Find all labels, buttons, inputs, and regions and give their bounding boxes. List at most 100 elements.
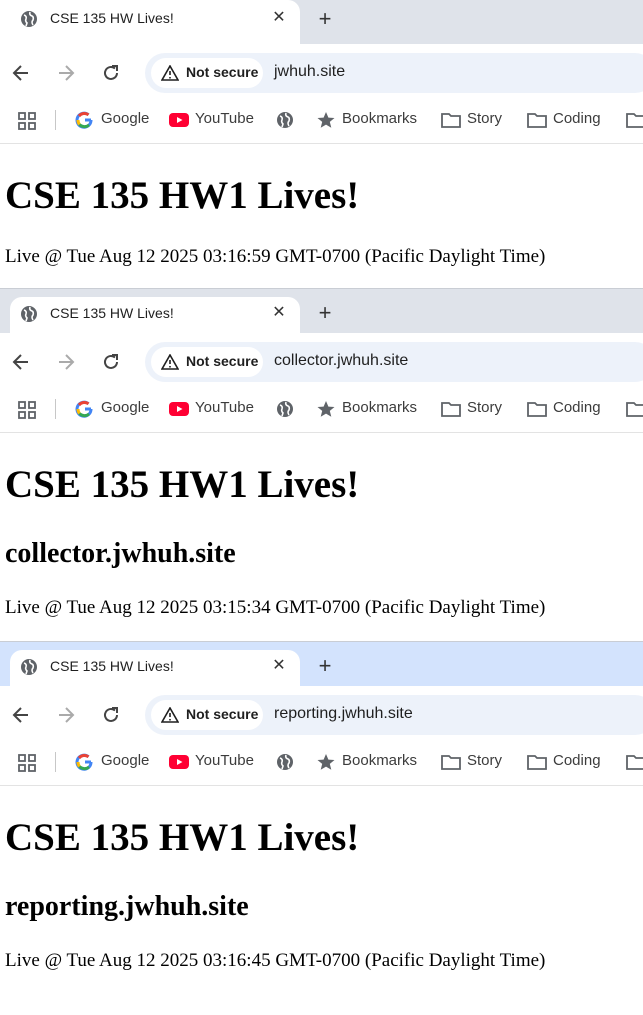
security-chip[interactable]: Not secure xyxy=(151,347,263,377)
apps-grid-icon[interactable] xyxy=(17,753,37,773)
new-tab-button[interactable]: + xyxy=(314,7,336,31)
bookmarks-bar: Google YouTube Bookmarks Story Coding xyxy=(0,744,643,786)
tab-title: CSE 135 HW Lives! xyxy=(50,658,174,674)
toolbar: Not secure collector.jwhuh.site xyxy=(0,333,643,391)
new-tab-button[interactable]: + xyxy=(314,654,336,678)
warning-icon xyxy=(161,65,179,81)
bookmark-label: Story xyxy=(467,752,503,769)
security-chip[interactable]: Not secure xyxy=(151,700,263,730)
back-arrow-icon[interactable] xyxy=(10,351,32,373)
live-timestamp: Live @ Tue Aug 12 2025 03:15:34 GMT-0700… xyxy=(5,597,546,618)
bookmarks-separator xyxy=(55,399,56,419)
bookmark-label: Google xyxy=(101,399,150,416)
globe-icon xyxy=(21,306,37,322)
folder-icon xyxy=(626,755,643,770)
security-label: Not secure xyxy=(186,64,259,80)
folder-icon xyxy=(441,402,461,417)
url-text[interactable]: jwhuh.site xyxy=(274,63,345,81)
folder-icon xyxy=(626,113,643,128)
close-icon[interactable]: ✕ xyxy=(270,303,288,323)
globe-icon xyxy=(277,754,293,770)
bookmarks-separator xyxy=(55,752,56,772)
new-tab-button[interactable]: + xyxy=(314,301,336,325)
globe-icon xyxy=(277,401,293,417)
address-bar[interactable]: Not secure reporting.jwhuh.site xyxy=(145,695,643,735)
page-subtitle: collector.jwhuh.site xyxy=(5,538,236,569)
warning-icon xyxy=(161,707,179,723)
folder-icon xyxy=(441,755,461,770)
star-icon xyxy=(317,401,335,417)
youtube-icon xyxy=(169,402,189,416)
bookmark-label: Bookmarks xyxy=(342,752,418,769)
star-icon xyxy=(317,754,335,770)
apps-grid-icon[interactable] xyxy=(17,111,37,131)
security-chip[interactable]: Not secure xyxy=(151,58,263,88)
tab-active[interactable]: CSE 135 HW Lives! ✕ xyxy=(10,650,300,686)
bookmark-label: Coding xyxy=(553,752,601,769)
page-title: CSE 135 HW1 Lives! xyxy=(5,463,360,506)
bookmark-label: YouTube xyxy=(195,399,254,416)
address-bar[interactable]: Not secure collector.jwhuh.site xyxy=(145,342,643,382)
close-icon[interactable]: ✕ xyxy=(270,656,288,676)
toolbar: Not secure reporting.jwhuh.site xyxy=(0,686,643,744)
star-icon xyxy=(317,112,335,128)
back-arrow-icon[interactable] xyxy=(10,62,32,84)
google-icon xyxy=(75,111,93,129)
reload-icon[interactable] xyxy=(100,62,122,84)
page-subtitle: reporting.jwhuh.site xyxy=(5,891,249,922)
page-title: CSE 135 HW1 Lives! xyxy=(5,816,360,859)
tab-strip: CSE 135 HW Lives! ✕ + xyxy=(0,289,643,333)
folder-icon xyxy=(527,113,547,128)
tab-title: CSE 135 HW Lives! xyxy=(50,10,174,26)
google-icon xyxy=(75,753,93,771)
globe-icon xyxy=(21,11,37,27)
browser-window-1: CSE 135 HW Lives! ✕ + Not secure jwhuh.s… xyxy=(0,0,643,288)
globe-icon xyxy=(277,112,293,128)
folder-icon xyxy=(527,402,547,417)
url-text[interactable]: collector.jwhuh.site xyxy=(274,352,408,370)
bookmarks-bar: Google YouTube Bookmarks Story Coding xyxy=(0,102,643,144)
bookmarks-separator xyxy=(55,110,56,130)
tab-active[interactable]: CSE 135 HW Lives! ✕ xyxy=(10,297,300,333)
folder-icon xyxy=(441,113,461,128)
bookmark-label: YouTube xyxy=(195,752,254,769)
back-arrow-icon[interactable] xyxy=(10,704,32,726)
forward-arrow-icon[interactable] xyxy=(55,351,77,373)
warning-icon xyxy=(161,354,179,370)
youtube-icon xyxy=(169,113,189,127)
security-label: Not secure xyxy=(186,706,259,722)
folder-icon xyxy=(626,402,643,417)
bookmark-label: Bookmarks xyxy=(342,399,418,416)
google-icon xyxy=(75,400,93,418)
tab-strip: CSE 135 HW Lives! ✕ + xyxy=(0,642,643,686)
folder-icon xyxy=(527,755,547,770)
close-icon[interactable]: ✕ xyxy=(270,8,288,28)
browser-window-2: CSE 135 HW Lives! ✕ + Not secure collect… xyxy=(0,288,643,641)
url-text[interactable]: reporting.jwhuh.site xyxy=(274,705,413,723)
tab-title: CSE 135 HW Lives! xyxy=(50,305,174,321)
reload-icon[interactable] xyxy=(100,351,122,373)
forward-arrow-icon[interactable] xyxy=(55,704,77,726)
tab-strip: CSE 135 HW Lives! ✕ + xyxy=(0,0,643,44)
bookmark-label: Bookmarks xyxy=(342,110,418,127)
security-label: Not secure xyxy=(186,353,259,369)
apps-grid-icon[interactable] xyxy=(17,400,37,420)
bookmark-label: YouTube xyxy=(195,110,254,127)
tab-active[interactable]: CSE 135 HW Lives! ✕ xyxy=(0,0,300,44)
reload-icon[interactable] xyxy=(100,704,122,726)
bookmark-label: Story xyxy=(467,110,503,127)
browser-window-3: CSE 135 HW Lives! ✕ + Not secure reporti… xyxy=(0,641,643,1015)
forward-arrow-icon[interactable] xyxy=(55,62,77,84)
toolbar: Not secure jwhuh.site xyxy=(0,44,643,102)
address-bar[interactable]: Not secure jwhuh.site xyxy=(145,53,643,93)
youtube-icon xyxy=(169,755,189,769)
bookmark-label: Google xyxy=(101,752,150,769)
live-timestamp: Live @ Tue Aug 12 2025 03:16:45 GMT-0700… xyxy=(5,950,546,971)
bookmark-label: Story xyxy=(467,399,503,416)
live-timestamp: Live @ Tue Aug 12 2025 03:16:59 GMT-0700… xyxy=(5,246,546,267)
bookmark-label: Google xyxy=(101,110,150,127)
bookmark-label: Coding xyxy=(553,110,601,127)
page-title: CSE 135 HW1 Lives! xyxy=(5,174,360,217)
bookmark-label: Coding xyxy=(553,399,601,416)
bookmarks-bar: Google YouTube Bookmarks Story Coding xyxy=(0,391,643,433)
